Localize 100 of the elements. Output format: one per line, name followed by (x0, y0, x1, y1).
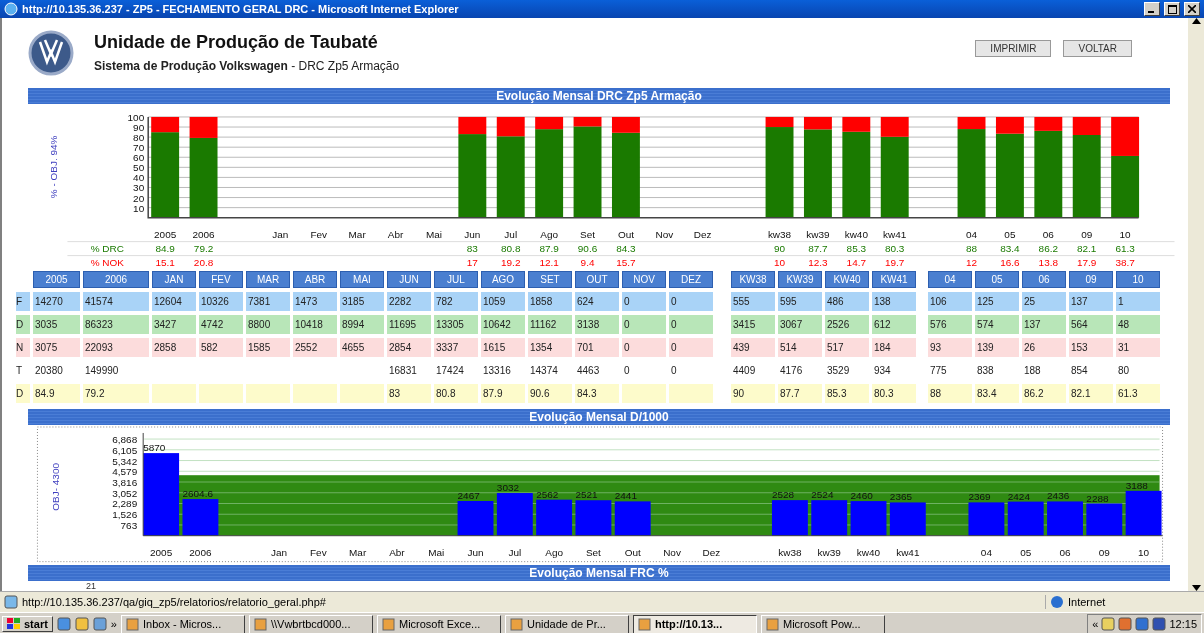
table-cell: 486 (825, 292, 869, 312)
x-axis-label: 2005 (150, 547, 173, 558)
column-header: JAN (152, 271, 196, 289)
column-header: 06 (1022, 271, 1066, 289)
window-icon (637, 617, 651, 631)
bar (1047, 501, 1083, 537)
bar (889, 502, 926, 537)
table-cell: 3138 (575, 315, 619, 335)
close-button[interactable] (1184, 2, 1200, 16)
taskbar-button[interactable]: Unidade de Pr... (504, 614, 629, 633)
data-label: 88 (965, 242, 978, 254)
status-url: http://10.135.36.237/qa/giq_zp5/relatorios/relatorio_geral.php# (22, 596, 326, 608)
column-header: 2005 (33, 271, 80, 289)
table-cell: 41574 (83, 292, 149, 312)
data-label: 83.4 (1000, 242, 1020, 254)
data-label: 16.6 (1000, 256, 1020, 268)
tray-expand-button[interactable]: « (1092, 618, 1099, 630)
column-header: AGO (481, 271, 525, 289)
y-axis-label: % - OBJ. 94% (48, 135, 60, 198)
start-button[interactable]: start (2, 616, 53, 632)
more-button[interactable]: » (110, 618, 117, 630)
data-label: 12 (965, 256, 978, 268)
nok-bar-segment (765, 116, 794, 127)
table-cell: 514 (778, 338, 822, 358)
x-axis-label: 2005 (154, 228, 177, 240)
column-header: OUT (575, 271, 619, 289)
x-axis-label: Fev (310, 228, 328, 240)
section-heading: Evolução Mensal D/1000 (28, 409, 1170, 426)
table-cell: 139 (975, 338, 1019, 358)
header-button[interactable]: IMPRIMIR (975, 40, 1052, 57)
value-label: 2365 (889, 491, 913, 503)
table-cell: 11162 (528, 315, 572, 335)
data-label: 84.9 (155, 242, 175, 254)
data-label: 86.2 (1038, 242, 1058, 254)
x-axis-label: Jan (272, 228, 289, 240)
taskbar-button[interactable]: http://10.13... (632, 614, 757, 633)
table-cell: 7381 (246, 292, 290, 312)
x-axis-label: 2006 (189, 547, 212, 558)
data-label: 85.3 (846, 242, 867, 254)
table-cell: 612 (872, 315, 916, 335)
table-cell: 595 (778, 292, 822, 312)
table-cell: 12604 (152, 292, 196, 312)
globe-icon (1050, 595, 1064, 609)
x-axis-label: 04 (965, 228, 978, 240)
table-cell: 83 (387, 384, 431, 404)
window-icon (765, 617, 779, 631)
table-cell: 2854 (387, 338, 431, 358)
table-cell: 2526 (825, 315, 869, 335)
x-axis-label: Nov (663, 547, 681, 558)
value-label: 2467 (457, 490, 480, 502)
table-cell: 517 (825, 338, 869, 358)
table-cell: 86.2 (1022, 384, 1066, 404)
column-header: MAI (340, 271, 384, 289)
table-cell: 701 (575, 338, 619, 358)
table-cell: 1585 (246, 338, 290, 358)
header-button[interactable]: VOLTAR (1063, 40, 1132, 57)
mail-icon (74, 617, 89, 631)
y-tick-label: 50 (133, 162, 145, 174)
bar (771, 500, 808, 537)
x-axis-label: 2006 (192, 228, 215, 240)
bar (536, 500, 573, 537)
table-cell: 26 (1022, 338, 1066, 358)
table-cell: 3035 (33, 315, 80, 335)
x-axis-label: Mai (428, 547, 445, 558)
table-cell: 1858 (528, 292, 572, 312)
table-cell: 84.9 (33, 384, 80, 404)
value-label: 2521 (575, 489, 598, 501)
value-label: 2524 (811, 489, 834, 501)
table-cell: 79.2 (83, 384, 149, 404)
table-cell: 1 (1116, 292, 1160, 312)
window-icon (253, 617, 267, 631)
y-axis-label: OBJ- 4300 (50, 463, 62, 512)
taskbar-button[interactable]: Inbox - Micros... (120, 614, 245, 633)
x-axis-label: Mar (349, 547, 367, 558)
x-axis-label: 04 (980, 547, 992, 558)
table-cell: 86323 (83, 315, 149, 335)
y-tick-label: 4,579 (112, 466, 138, 478)
x-axis-label: kw39 (817, 547, 841, 558)
close-icon (1188, 5, 1196, 13)
table-cell: 10418 (293, 315, 337, 335)
data-label: 83 (466, 242, 478, 254)
data-label: 80.8 (501, 242, 521, 254)
x-axis-label: Set (580, 228, 595, 240)
row-label: D (16, 315, 30, 335)
table-cell: 582 (199, 338, 243, 358)
page-title: Unidade de Produção de Taubaté (94, 32, 379, 54)
table-cell: 106 (928, 292, 972, 312)
table-cell: 83.4 (975, 384, 1019, 404)
maximize-button[interactable] (1164, 2, 1180, 16)
x-axis-label: Ago (545, 547, 563, 558)
minimize-button[interactable] (1144, 2, 1160, 16)
data-label: 9.4 (580, 256, 595, 268)
taskbar-button[interactable]: Microsoft Pow... (760, 614, 885, 633)
table-cell: 88 (928, 384, 972, 404)
taskbar-button[interactable]: Microsoft Exce... (376, 614, 501, 633)
table-cell: 0 (669, 315, 713, 335)
column-header: DEZ (669, 271, 713, 289)
taskbar-button[interactable]: \\Vwbrtbcd000... (248, 614, 373, 633)
x-axis-label: 09 (1081, 228, 1093, 240)
bar (1125, 491, 1162, 537)
